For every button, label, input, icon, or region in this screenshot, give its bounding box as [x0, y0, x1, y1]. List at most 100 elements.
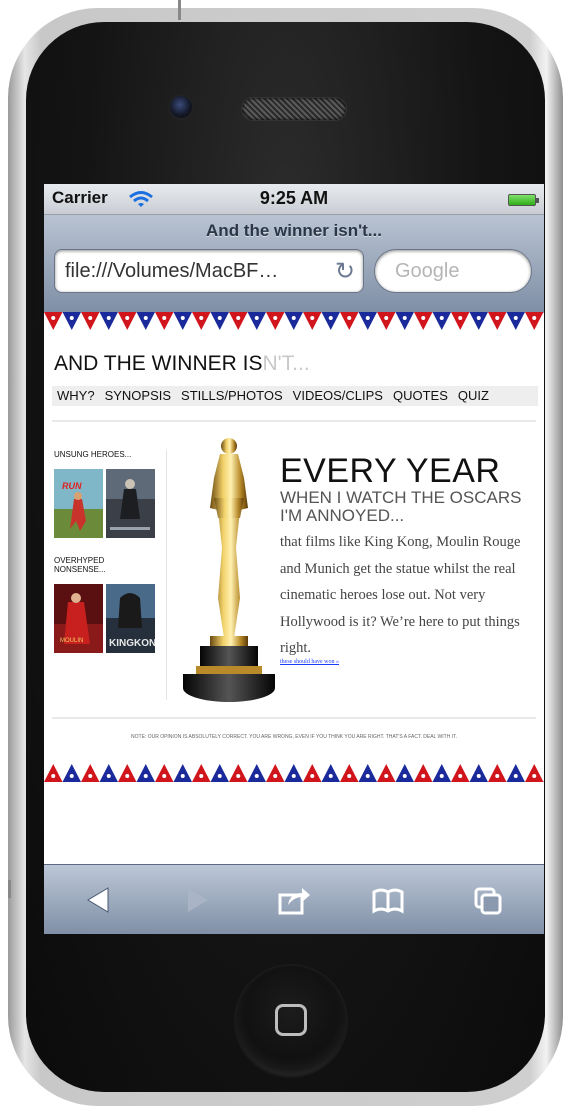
bunting-dot — [532, 774, 537, 778]
bunting-flag — [155, 764, 174, 782]
overhyped-heading-1: OVERHYPED — [54, 556, 105, 565]
bunting-dot — [439, 316, 444, 320]
bunting-flag — [62, 312, 81, 330]
url-text: file:///Volumes/MacBF… — [65, 260, 279, 282]
bunting-dot — [180, 316, 185, 320]
nav-videos-clips[interactable]: VIDEOS/CLIPS — [288, 386, 388, 406]
bunting-dot — [180, 774, 185, 778]
poster-run-lola-run[interactable]: RUN — [54, 469, 103, 538]
bunting-dot — [402, 774, 407, 778]
browser-toolbar — [44, 864, 544, 934]
bunting-flag — [358, 764, 377, 782]
bunting-flag — [414, 764, 433, 782]
earpiece-speaker — [242, 98, 346, 120]
share-icon[interactable] — [276, 883, 312, 917]
winners-link[interactable]: these should have won » — [280, 659, 339, 665]
bunting-flag — [99, 312, 118, 330]
back-icon[interactable] — [82, 883, 118, 917]
bunting-dot — [365, 316, 370, 320]
forward-icon[interactable] — [178, 883, 214, 917]
bunting-flag — [136, 312, 155, 330]
url-field[interactable]: file:///Volumes/MacBF… ↻ — [54, 249, 364, 293]
bunting-flag — [173, 764, 192, 782]
bunting-flag — [155, 312, 174, 330]
bunting-dot — [162, 774, 167, 778]
bunting-dot — [347, 316, 352, 320]
bunting-dot — [273, 316, 278, 320]
divider-bottom — [52, 717, 536, 719]
bunting-flag — [321, 764, 340, 782]
bookmarks-icon[interactable] — [370, 883, 406, 917]
bunting-flag — [266, 312, 285, 330]
hero-heading: EVERY YEAR — [280, 452, 501, 490]
bunting-dot — [458, 774, 463, 778]
bunting-dot — [143, 316, 148, 320]
bunting-dot — [310, 316, 315, 320]
overhyped-heading-2: NONSENSE... — [54, 565, 106, 574]
bunting-dot — [88, 316, 93, 320]
bunting-flag — [340, 312, 359, 330]
bunting-dot — [254, 774, 259, 778]
svg-text:MOULIN: MOULIN — [60, 638, 83, 644]
bunting-dot — [162, 316, 167, 320]
bunting-flag — [377, 764, 396, 782]
nav-stills-photos[interactable]: STILLS/PHOTOS — [176, 386, 288, 406]
bunting-dot — [439, 774, 444, 778]
bunting-flag — [543, 312, 544, 313]
bunting-flag — [340, 764, 359, 782]
poster-shawshank[interactable] — [106, 469, 155, 538]
bunting-dot — [347, 774, 352, 778]
bunting-dot — [458, 316, 463, 320]
bunting-dot — [106, 774, 111, 778]
bunting-flag — [192, 312, 211, 330]
home-button[interactable] — [236, 966, 346, 1076]
bunting-flag — [469, 764, 488, 782]
nav-quiz[interactable]: QUIZ — [453, 386, 494, 406]
bunting-flag — [118, 312, 137, 330]
poster-king-kong[interactable]: KINGKONG — [106, 584, 155, 653]
bunting-flag — [284, 312, 303, 330]
bunting-flag — [303, 764, 322, 782]
site-nav: WHY? SYNOPSIS STILLS/PHOTOS VIDEOS/CLIPS… — [52, 386, 538, 406]
nav-quotes[interactable]: QUOTES — [388, 386, 453, 406]
bunting-flag — [118, 764, 137, 782]
poster-moulin-rouge[interactable]: MOULIN — [54, 584, 103, 653]
bunting-flag — [229, 764, 248, 782]
bunting-flag — [543, 781, 544, 782]
hero-body: that films like King Kong, Moulin Rouge … — [280, 534, 521, 656]
bunting-flag — [395, 764, 414, 782]
search-field[interactable]: Google — [374, 249, 532, 293]
bunting-flag — [377, 312, 396, 330]
bunting-top — [44, 312, 544, 330]
bunting-dot — [328, 316, 333, 320]
tabs-icon[interactable] — [470, 883, 506, 917]
battery-icon — [508, 194, 539, 206]
bunting-dot — [125, 316, 130, 320]
bunting-flag — [229, 312, 248, 330]
site-title-main: AND THE WINNER IS — [54, 352, 263, 375]
bunting-flag — [469, 312, 488, 330]
bunting-flag — [451, 312, 470, 330]
bunting-flag — [62, 764, 81, 782]
bunting-flag — [488, 764, 507, 782]
bunting-flag — [266, 764, 285, 782]
bunting-dot — [421, 774, 426, 778]
nav-synopsis[interactable]: SYNOPSIS — [100, 386, 176, 406]
reload-icon[interactable]: ↻ — [335, 257, 355, 286]
bunting-dot — [476, 316, 481, 320]
bunting-dot — [254, 316, 259, 320]
bunting-dot — [236, 316, 241, 320]
bunting-flag — [284, 764, 303, 782]
bunting-flag — [432, 312, 451, 330]
nav-why[interactable]: WHY? — [52, 386, 100, 406]
bunting-flag — [506, 764, 525, 782]
volume-button — [8, 880, 11, 898]
bunting-dot — [291, 774, 296, 778]
bunting-flag — [488, 312, 507, 330]
bunting-flag — [395, 312, 414, 330]
bunting-dot — [217, 316, 222, 320]
bunting-flag — [173, 312, 192, 330]
svg-text:RUN: RUN — [62, 481, 82, 491]
bunting-flag — [210, 312, 229, 330]
bunting-flag — [525, 312, 544, 330]
